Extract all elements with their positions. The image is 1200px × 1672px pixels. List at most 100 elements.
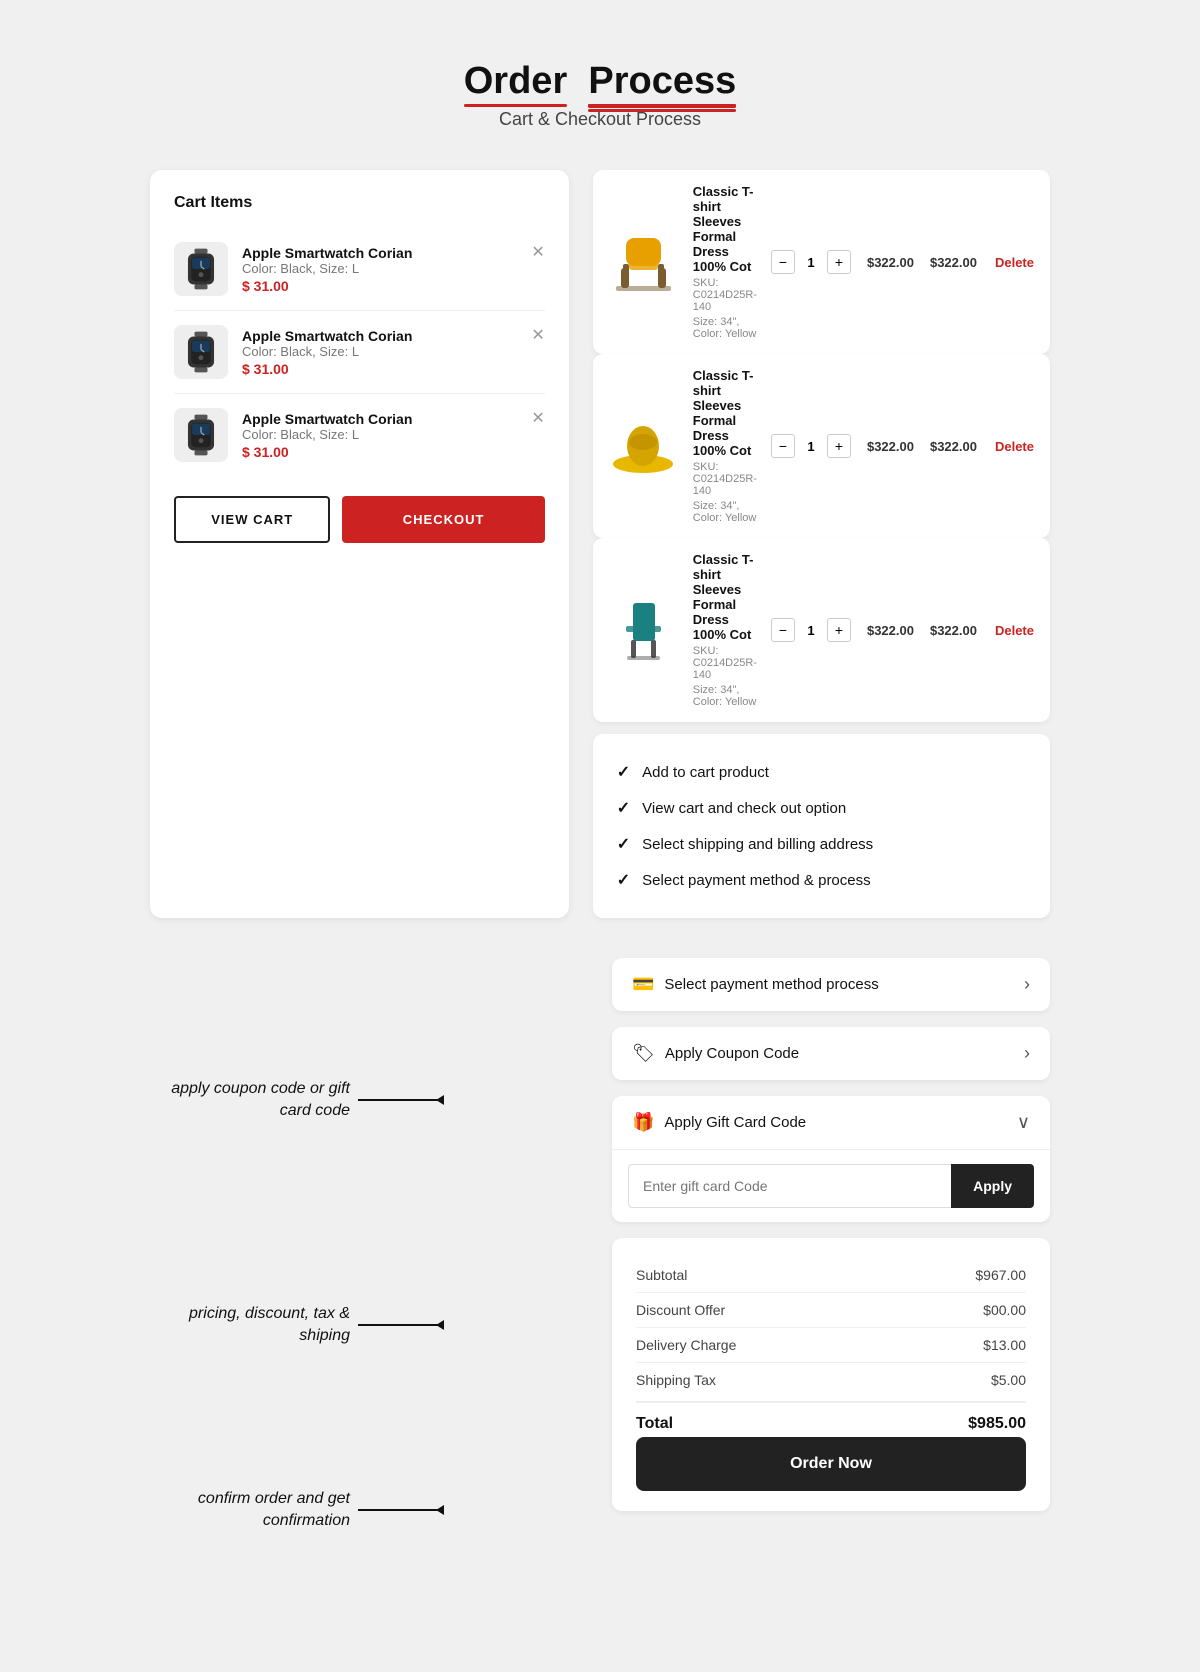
pricing-panel: Subtotal$967.00Discount Offer$00.00Deliv… (612, 1238, 1050, 1511)
annotation-pricing-arrow (358, 1324, 438, 1326)
product-info: Classic T-shirt Sleeves Formal Dress 100… (693, 368, 757, 524)
coupon-left: 🏷 Apply Coupon Code (632, 1043, 799, 1064)
annotation-col: apply coupon code or gift card code pric… (150, 958, 588, 1592)
cart-panel: Cart Items Apple Smartwatch Corian Color… (150, 170, 569, 918)
qty-value: 1 (803, 439, 819, 454)
annotation-confirm-arrow (358, 1509, 438, 1511)
product-delete-button[interactable]: Delete (995, 623, 1034, 638)
feature-text: Add to cart product (642, 764, 769, 781)
order-now-button[interactable]: Order Now (636, 1437, 1026, 1491)
page-subtitle: Cart & Checkout Process (150, 109, 1050, 130)
features-list: ✓ Add to cart product ✓View cart and check… (617, 754, 1026, 898)
cart-panel-title: Cart Items (174, 194, 545, 212)
cart-item-price: $ 31.00 (242, 361, 545, 377)
select-payment-row[interactable]: 💳 Select payment method process › (612, 958, 1050, 1011)
product-sku: SKU: C0214D25R-140 (693, 461, 757, 497)
qty-value: 1 (803, 255, 819, 270)
qty-minus-button[interactable]: − (771, 618, 795, 642)
cart-item-remove-button[interactable]: ✕ (531, 325, 544, 345)
product-thumbnail (609, 411, 679, 481)
checkmark-icon: ✓ (617, 762, 630, 782)
product-total-price: $322.00 (930, 255, 977, 270)
pricing-value: $00.00 (983, 1302, 1026, 1318)
annotation-coupon-arrow (358, 1099, 438, 1101)
cart-item: Apple Smartwatch Corian Color: Black, Si… (174, 311, 545, 394)
cart-item-remove-button[interactable]: ✕ (531, 242, 544, 262)
coupon-icon: 🏷 (632, 1043, 655, 1064)
total-label: Total (636, 1415, 673, 1433)
qty-plus-button[interactable]: + (827, 434, 851, 458)
checkmark-icon: ✓ (617, 798, 630, 818)
title-normal: Order (464, 60, 567, 103)
product-size-color: Size: 34", Color: Yellow (693, 500, 757, 524)
cart-item-info: Apple Smartwatch Corian Color: Black, Si… (242, 245, 545, 294)
view-cart-button[interactable]: VIEW CART (174, 496, 330, 543)
product-card: Classic T-shirt Sleeves Formal Dress 100… (593, 170, 1050, 354)
product-panel: Classic T-shirt Sleeves Formal Dress 100… (593, 170, 1050, 918)
feature-item: ✓ Add to cart product (617, 754, 1026, 790)
checkmark-icon: ✓ (617, 870, 630, 890)
qty-plus-button[interactable]: + (827, 618, 851, 642)
cart-item-name: Apple Smartwatch Corian (242, 411, 545, 427)
arrow-line-inner-2 (358, 1324, 438, 1326)
cart-item-info: Apple Smartwatch Corian Color: Black, Si… (242, 411, 545, 460)
product-size-color: Size: 34", Color: Yellow (693, 684, 757, 708)
product-card: Classic T-shirt Sleeves Formal Dress 100… (593, 354, 1050, 538)
gift-card-panel: 🎁 Apply Gift Card Code ∨ Apply (612, 1096, 1050, 1222)
annotation-confirm-text: confirm order and get confirmation (150, 1488, 350, 1533)
product-controls: − 1 + $322.00 $322.00 Delete (771, 250, 1034, 274)
gift-card-chevron: ∨ (1017, 1112, 1030, 1133)
cart-item-image (174, 242, 228, 296)
product-controls: − 1 + $322.00 $322.00 Delete (771, 618, 1034, 642)
cart-item-price: $ 31.00 (242, 444, 545, 460)
title-underline (588, 105, 736, 108)
gift-card-input-row: Apply (612, 1150, 1050, 1222)
main-grid: Cart Items Apple Smartwatch Corian Color… (150, 170, 1050, 918)
product-controls: − 1 + $322.00 $322.00 Delete (771, 434, 1034, 458)
gift-card-header[interactable]: 🎁 Apply Gift Card Code ∨ (612, 1096, 1050, 1150)
pricing-rows: Subtotal$967.00Discount Offer$00.00Deliv… (636, 1258, 1026, 1397)
coupon-row[interactable]: 🏷 Apply Coupon Code › (612, 1027, 1050, 1080)
cart-item-name: Apple Smartwatch Corian (242, 245, 545, 261)
product-info: Classic T-shirt Sleeves Formal Dress 100… (693, 552, 757, 708)
product-delete-button[interactable]: Delete (995, 255, 1034, 270)
product-name: Classic T-shirt Sleeves Formal Dress 100… (693, 184, 757, 274)
gift-card-left: 🎁 Apply Gift Card Code (632, 1112, 806, 1133)
page-title: Order Process (150, 60, 1050, 103)
cart-items-list: Apple Smartwatch Corian Color: Black, Si… (174, 228, 545, 476)
annotation-coupon-text: apply coupon code or gift card code (150, 1078, 350, 1123)
cart-item: Apple Smartwatch Corian Color: Black, Si… (174, 228, 545, 311)
gift-card-label: Apply Gift Card Code (664, 1114, 806, 1131)
product-delete-button[interactable]: Delete (995, 439, 1034, 454)
payment-icon: 💳 (632, 974, 654, 995)
cart-item-info: Apple Smartwatch Corian Color: Black, Si… (242, 328, 545, 377)
pricing-value: $5.00 (991, 1372, 1026, 1388)
pricing-row: Discount Offer$00.00 (636, 1293, 1026, 1328)
pricing-row: Shipping Tax$5.00 (636, 1363, 1026, 1397)
cart-item: Apple Smartwatch Corian Color: Black, Si… (174, 394, 545, 476)
cart-item-price: $ 31.00 (242, 278, 545, 294)
coupon-chevron: › (1024, 1043, 1030, 1064)
product-thumbnail (609, 595, 679, 665)
product-total-price: $322.00 (930, 623, 977, 638)
qty-minus-button[interactable]: − (771, 434, 795, 458)
coupon-label: Apply Coupon Code (665, 1045, 799, 1062)
checkout-button[interactable]: CHECKOUT (342, 496, 544, 543)
arrow-line-inner (358, 1099, 438, 1101)
product-unit-price: $322.00 (867, 439, 914, 454)
cart-item-image (174, 408, 228, 462)
product-total-price: $322.00 (930, 439, 977, 454)
qty-value: 1 (803, 623, 819, 638)
gift-card-input[interactable] (628, 1164, 951, 1208)
title-highlight: Process (588, 60, 736, 103)
product-name: Classic T-shirt Sleeves Formal Dress 100… (693, 552, 757, 642)
cart-item-image (174, 325, 228, 379)
qty-minus-button[interactable]: − (771, 250, 795, 274)
cart-item-remove-button[interactable]: ✕ (531, 408, 544, 428)
feature-item: ✓View cart and check out option (617, 790, 1026, 826)
feature-item: ✓Select payment method & process (617, 862, 1026, 898)
qty-plus-button[interactable]: + (827, 250, 851, 274)
cart-item-name: Apple Smartwatch Corian (242, 328, 545, 344)
gift-card-apply-button[interactable]: Apply (951, 1164, 1034, 1208)
product-info: Classic T-shirt Sleeves Formal Dress 100… (693, 184, 757, 340)
